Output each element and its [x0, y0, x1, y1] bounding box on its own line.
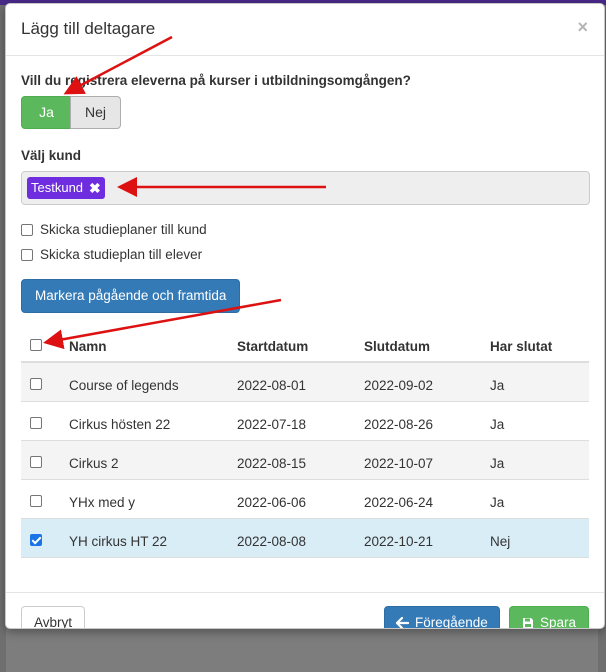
table-row-selected[interactable]: YH cirkus HT 22 2022-08-08 2022-10-21 Ne…	[21, 519, 589, 558]
customer-tag-label: Testkund	[31, 180, 84, 195]
customer-select[interactable]: Testkund ✖	[21, 171, 590, 205]
row-checkbox[interactable]	[30, 495, 42, 507]
course-start: 2022-08-15	[237, 456, 307, 471]
course-ended: Ja	[490, 495, 505, 510]
row-checkbox[interactable]	[30, 378, 42, 390]
select-all-checkbox[interactable]	[30, 339, 42, 351]
customer-label: Välj kund	[21, 148, 82, 163]
course-name: Course of legends	[69, 378, 179, 393]
course-end: 2022-08-26	[364, 417, 434, 432]
course-end: 2022-09-02	[364, 378, 434, 393]
previous-button[interactable]: Föregående	[384, 606, 500, 629]
header-name: Namn	[69, 339, 107, 354]
row-checkbox-checked[interactable]	[30, 534, 42, 546]
cancel-button[interactable]: Avbryt	[21, 606, 86, 628]
register-question: Vill du registrera eleverna på kurser i …	[21, 73, 411, 88]
close-icon[interactable]: ×	[577, 17, 588, 38]
option-send-plans-to-customer: Skicka studieplaner till kund	[21, 222, 207, 237]
arrow-left-icon	[396, 617, 409, 628]
course-ended: Ja	[490, 417, 505, 432]
option-send-plan-to-students: Skicka studieplan till elever	[21, 247, 202, 262]
table-row[interactable]: Cirkus hösten 22 2022-07-18 2022-08-26 J…	[21, 402, 589, 441]
header-ended: Har slutat	[490, 339, 553, 354]
customer-tag: Testkund ✖	[27, 177, 105, 199]
course-start: 2022-07-18	[237, 417, 307, 432]
course-name: Cirkus hösten 22	[69, 417, 171, 432]
course-start: 2022-08-01	[237, 378, 307, 393]
course-name: Cirkus 2	[69, 456, 119, 471]
table-row[interactable]: YHx med y 2022-06-06 2022-06-24 Ja	[21, 480, 589, 519]
header-start: Startdatum	[237, 339, 309, 354]
course-start: 2022-08-08	[237, 534, 307, 549]
course-ended: Ja	[490, 378, 505, 393]
save-button[interactable]: Spara	[509, 606, 590, 629]
option-label: Skicka studieplan till elever	[40, 247, 203, 262]
floppy-disk-icon	[523, 618, 533, 628]
save-label: Spara	[540, 615, 577, 629]
row-checkbox[interactable]	[30, 417, 42, 429]
course-start: 2022-06-06	[237, 495, 307, 510]
course-ended: Nej	[490, 534, 511, 549]
table-row[interactable]: Course of legends 2022-08-01 2022-09-02 …	[21, 363, 589, 402]
course-end: 2022-06-24	[364, 495, 434, 510]
send-plans-customer-checkbox[interactable]	[21, 223, 33, 236]
course-end: 2022-10-21	[364, 534, 434, 549]
course-name: YHx med y	[69, 495, 136, 510]
no-button[interactable]: Nej	[70, 96, 121, 129]
table-row[interactable]: Cirkus 2 2022-08-15 2022-10-07 Ja	[21, 441, 589, 480]
modal-title: Lägg till deltagare	[21, 19, 156, 38]
row-checkbox[interactable]	[30, 456, 42, 468]
course-name: YH cirkus HT 22	[69, 534, 168, 549]
yes-button[interactable]: Ja	[21, 96, 72, 129]
modal-header: Lägg till deltagare ×	[6, 4, 604, 56]
table-header: Namn Startdatum Slutdatum Har slutat	[21, 327, 589, 363]
course-ended: Ja	[490, 456, 505, 471]
option-label: Skicka studieplaner till kund	[40, 222, 207, 237]
previous-label: Föregående	[415, 615, 488, 629]
remove-tag-icon[interactable]: ✖	[89, 177, 101, 199]
send-plan-students-checkbox[interactable]	[21, 248, 33, 261]
header-end: Slutdatum	[364, 339, 430, 354]
course-end: 2022-10-07	[364, 456, 434, 471]
mark-ongoing-future-button[interactable]: Markera pågående och framtida	[21, 279, 241, 313]
add-participants-modal: Lägg till deltagare × Vill du registrera…	[5, 3, 605, 629]
yes-no-toggle: Ja Nej	[21, 96, 121, 129]
